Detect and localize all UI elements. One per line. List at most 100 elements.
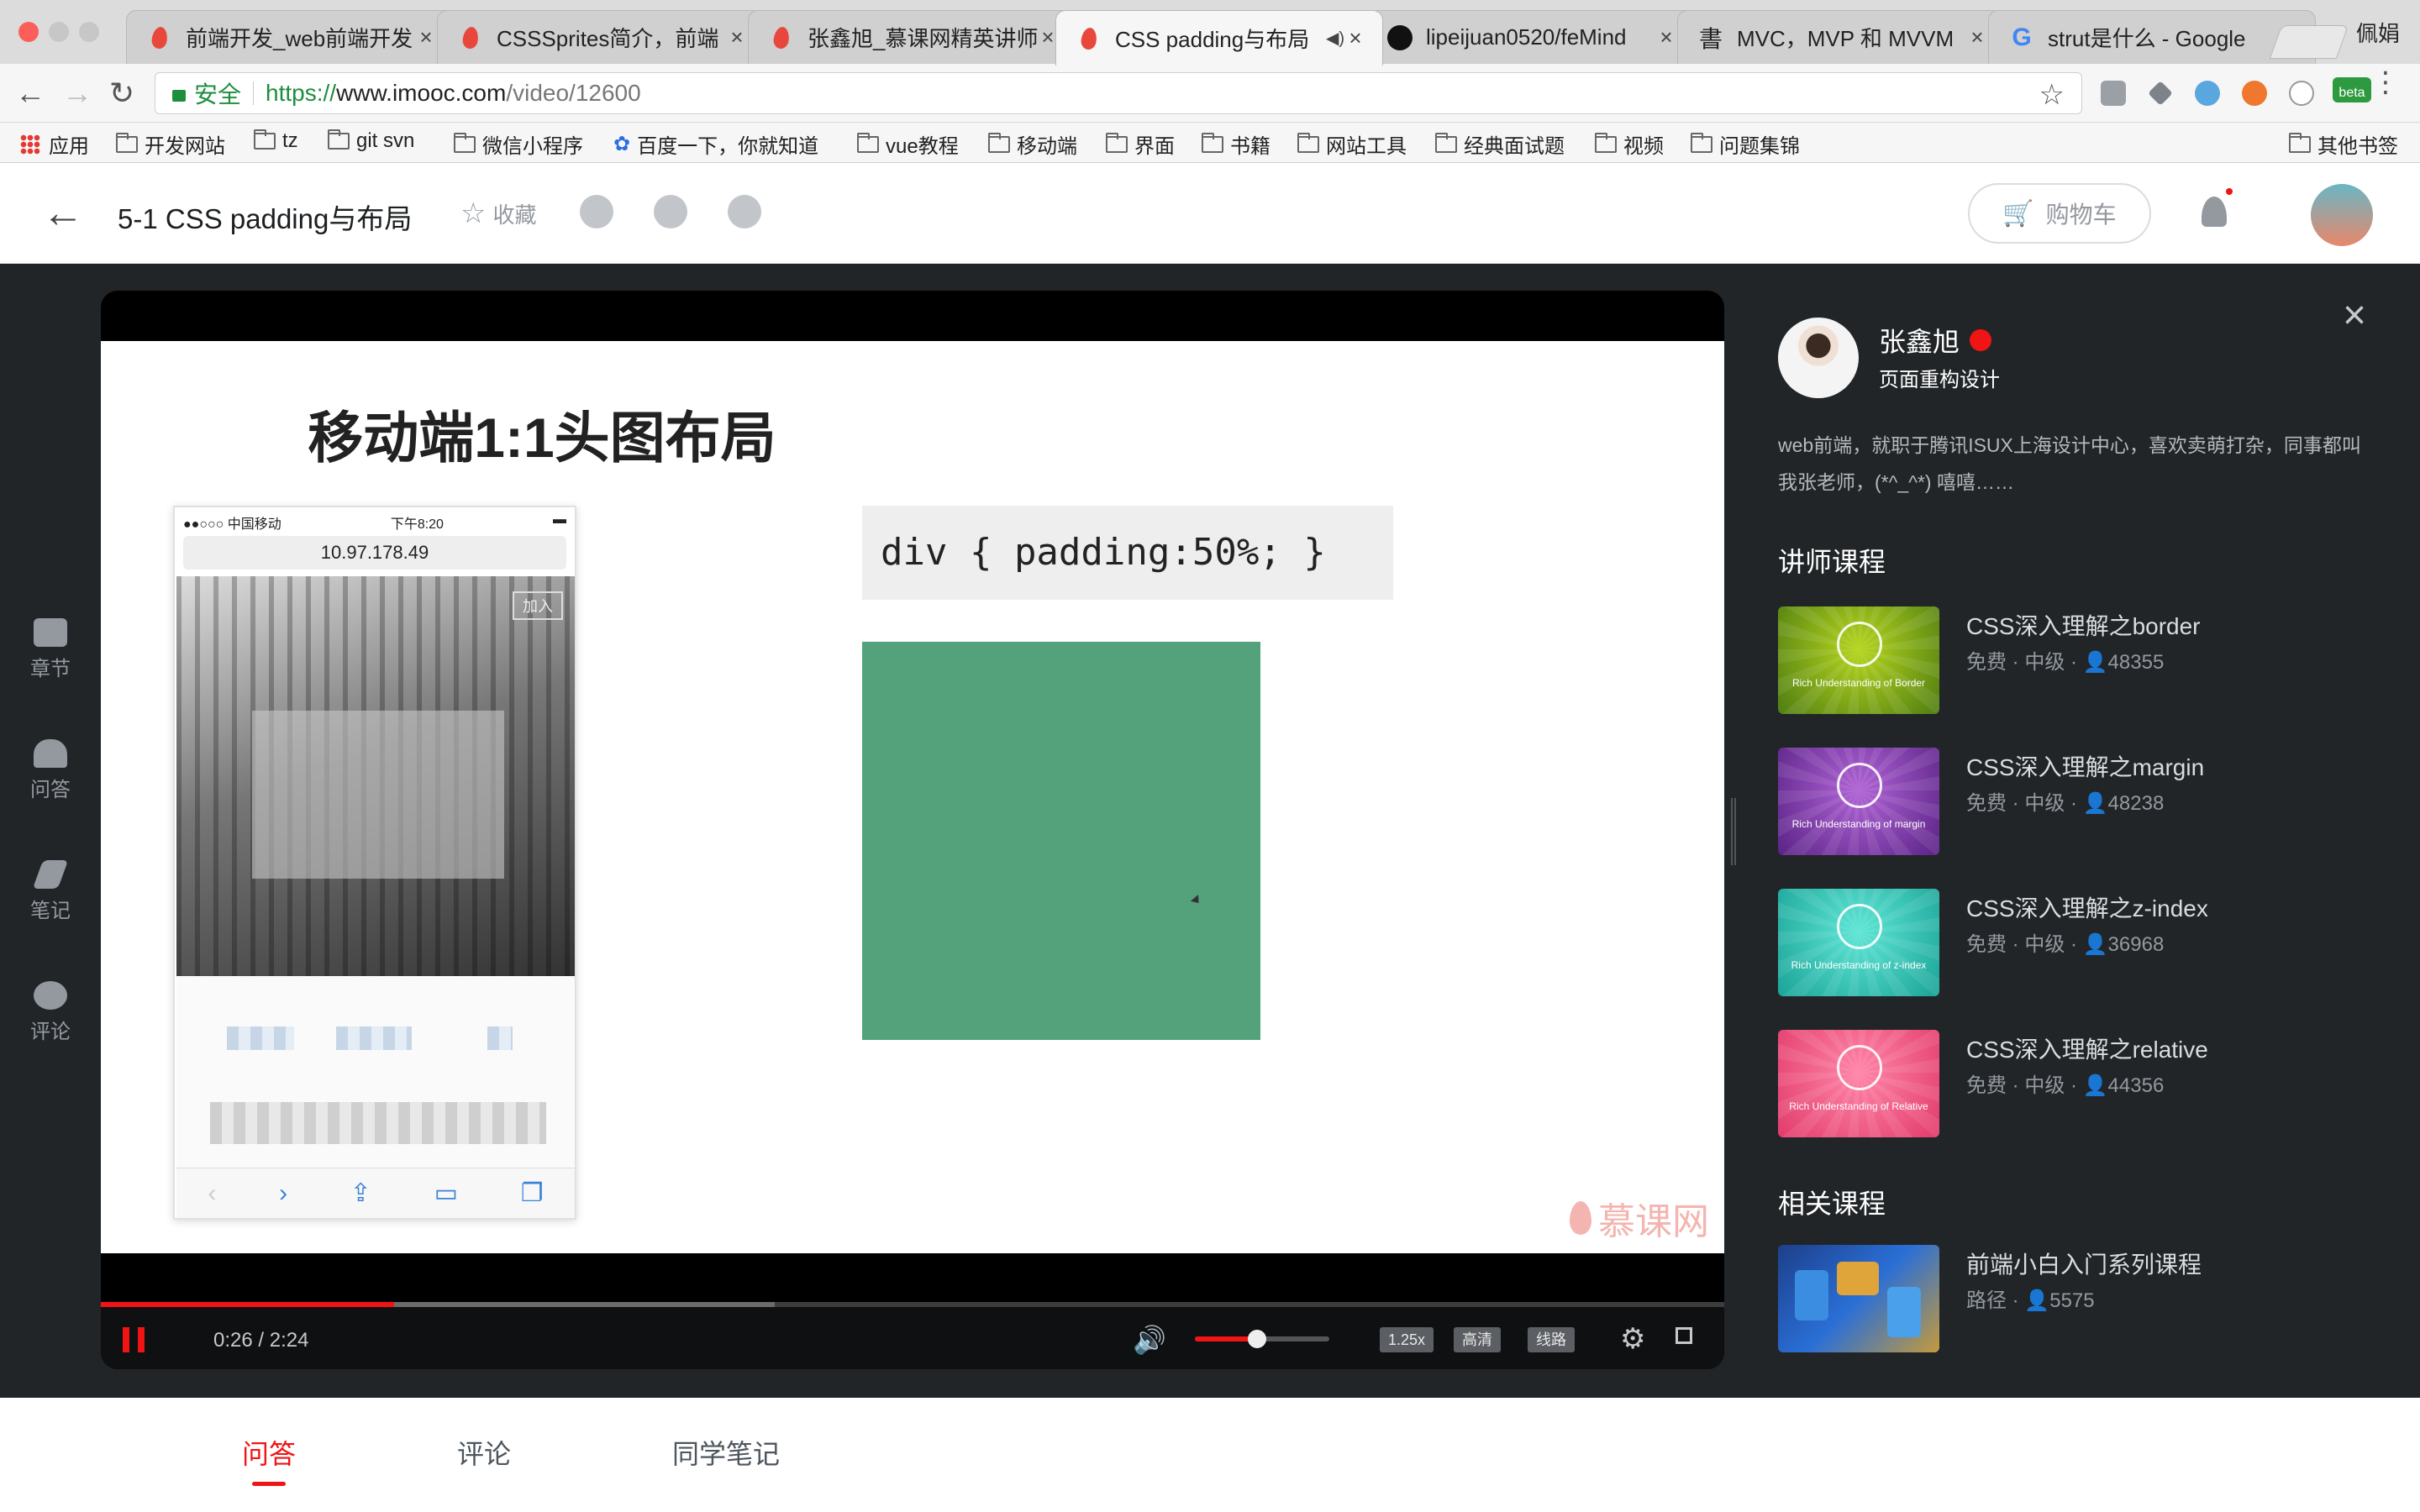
browser-tab-active[interactable]: CSS padding与布局 ◀) × [1055, 10, 1383, 66]
browser-tab[interactable]: 書 MVC，MVP 和 MVVM × [1677, 10, 2005, 64]
course-card[interactable]: Rich Understanding of z-index CSS深入理解之z-… [1778, 889, 2383, 996]
bookmark-folder[interactable]: 视频 [1595, 129, 1664, 159]
phone-tabs-icon: ❐ [520, 1179, 544, 1207]
leftnav-chapters[interactable]: 章节 [24, 618, 77, 681]
phone-forward-icon: › [279, 1179, 288, 1207]
extension-icon[interactable] [2242, 81, 2267, 106]
pixelated-area [227, 1026, 294, 1050]
bookmark-folder[interactable]: 开发网站 [116, 129, 225, 159]
teacher-avatar[interactable] [1778, 318, 1859, 398]
tab-audio-icon[interactable]: ◀) [1325, 28, 1345, 49]
fullscreen-icon[interactable] [1676, 1327, 1692, 1344]
qq-share-icon[interactable] [654, 195, 687, 228]
bookmark-folder[interactable]: git svn [328, 129, 414, 153]
emblem-icon [1837, 904, 1882, 949]
thumb-caption: Rich Understanding of Border [1791, 677, 1926, 689]
beta-extension-icon[interactable]: beta [2333, 77, 2371, 102]
tab-close-icon[interactable]: × [416, 24, 436, 50]
emblem-icon [1837, 622, 1882, 667]
window-close-icon[interactable] [18, 22, 39, 42]
tab-title: strut是什么 - Google [2048, 26, 2246, 51]
browser-tab[interactable]: G strut是什么 - Google × [1988, 10, 2316, 64]
weibo-share-icon[interactable] [728, 195, 761, 228]
tab-classmate-notes[interactable]: 同学笔记 [672, 1433, 780, 1472]
leftnav-notes[interactable]: 笔记 [24, 860, 77, 923]
bookmark-star-icon[interactable]: ☆ [2039, 78, 2065, 112]
bookmark-folder[interactable]: 网站工具 [1297, 129, 1407, 159]
panel-resize-handle[interactable] [1731, 798, 1736, 865]
tab-comments[interactable]: 评论 [457, 1433, 511, 1472]
course-card[interactable]: Rich Understanding of Border CSS深入理解之bor… [1778, 606, 2383, 714]
bookmark-folder[interactable]: 微信小程序 [454, 129, 583, 159]
teacher-name[interactable]: 张鑫旭 [1879, 321, 1992, 360]
course-thumbnail: Rich Understanding of Relative [1778, 1030, 1939, 1137]
quality-button[interactable]: 高清 [1454, 1327, 1501, 1352]
bookmark-baidu[interactable]: ✿ 百度一下，你就知道 [613, 129, 818, 159]
course-card[interactable]: Rich Understanding of Relative CSS深入理解之r… [1778, 1030, 2383, 1137]
browser-menu-icon[interactable]: ⋮ [2371, 68, 2400, 97]
browser-tab[interactable]: 张鑫旭_慕课网精英讲师 × [748, 10, 1076, 64]
tab-close-icon[interactable]: × [1967, 24, 1987, 50]
folder-icon [1691, 132, 1712, 153]
course-card[interactable]: Rich Understanding of margin CSS深入理解之mar… [1778, 748, 2383, 855]
extension-icon[interactable] [2101, 81, 2126, 106]
window-zoom-icon[interactable] [79, 22, 99, 42]
imooc-flame-icon [458, 25, 483, 50]
browser-tab[interactable]: lipeijuan0520/feMind × [1366, 10, 1694, 64]
volume-icon[interactable]: 🔊 [1133, 1324, 1166, 1356]
speed-button[interactable]: 1.25x [1380, 1327, 1434, 1352]
back-icon[interactable]: ← [15, 76, 45, 111]
new-tab-button[interactable] [2269, 25, 2349, 59]
bookmark-folder[interactable]: vue教程 [857, 129, 959, 159]
bookmark-apps[interactable]: 应用 [20, 129, 89, 159]
leftnav-qa[interactable]: 问答 [24, 739, 77, 802]
profile-name[interactable]: 佩娟 [2356, 17, 2400, 48]
bell-icon[interactable] [2202, 197, 2227, 227]
user-avatar[interactable] [2311, 184, 2373, 246]
bookmark-folder[interactable]: 经典面试题 [1435, 129, 1565, 159]
pixelated-area [210, 1102, 546, 1144]
pause-icon[interactable] [123, 1327, 145, 1352]
address-toolbar: ← → ↻ 安全 https:// www.imooc.com /video/1… [0, 64, 2420, 123]
thumb-caption: Rich Understanding of margin [1791, 818, 1926, 830]
cart-button[interactable]: 🛒 购物车 [1968, 183, 2151, 244]
volume-slider[interactable] [1195, 1330, 1329, 1348]
window-minimize-icon[interactable] [49, 22, 69, 42]
tab-qa[interactable]: 问答 [242, 1433, 296, 1472]
leftnav-comments[interactable]: 评论 [24, 981, 77, 1044]
time-display: 0:26 / 2:24 [213, 1329, 309, 1352]
back-arrow-icon[interactable]: ← [42, 188, 84, 237]
bookmark-folder[interactable]: 问题集锦 [1691, 129, 1800, 159]
extension-icon[interactable] [2195, 81, 2220, 106]
bookmark-folder[interactable]: 移动端 [988, 129, 1077, 159]
browser-tab[interactable]: CSSSprites简介，前端 × [437, 10, 765, 64]
extension-icon[interactable] [2148, 81, 2173, 106]
volume-knob[interactable] [1247, 1330, 1266, 1348]
related-course-card[interactable]: 前端小白入门系列课程 路径 · 👤5575 [1778, 1245, 2383, 1352]
tab-close-icon[interactable]: × [1345, 25, 1365, 51]
bookmark-folder[interactable]: tz [254, 129, 298, 153]
route-button[interactable]: 线路 [1528, 1327, 1575, 1352]
bookmark-folder[interactable]: 界面 [1106, 129, 1175, 159]
video-player[interactable]: 移动端1:1头图布局 ●●○○○ 中国移动 下午8:20 ▬ 10.97.178… [101, 291, 1724, 1369]
forward-icon[interactable]: → [62, 76, 92, 111]
bottom-tabs: 问答 评论 同学笔记 [0, 1398, 2420, 1512]
extension-icon[interactable] [2289, 81, 2314, 106]
tab-close-icon[interactable]: × [1656, 24, 1676, 50]
settings-gear-icon[interactable]: ⚙ [1620, 1322, 1645, 1356]
collect-button[interactable]: ☆ 收藏 [460, 197, 537, 230]
emblem-icon [1837, 1045, 1882, 1090]
browser-tab[interactable]: 前端开发_web前端开发 × [126, 10, 454, 64]
bookmark-folder[interactable]: 书籍 [1202, 129, 1270, 159]
teacher-badge-icon [1970, 329, 1992, 351]
tab-close-icon[interactable]: × [727, 24, 747, 50]
folder-icon [1202, 132, 1223, 153]
course-title: CSS深入理解之border [1966, 613, 2201, 639]
imooc-flame-icon [1076, 26, 1102, 51]
learners-icon: 👤 [2082, 1074, 2108, 1097]
close-icon[interactable]: × [2343, 292, 2366, 339]
reload-icon[interactable]: ↻ [109, 76, 134, 111]
url-bar[interactable]: 安全 https:// www.imooc.com /video/12600 ☆ [155, 72, 2082, 114]
wechat-share-icon[interactable] [580, 195, 613, 228]
other-bookmarks[interactable]: 其他书签 [2289, 129, 2398, 159]
